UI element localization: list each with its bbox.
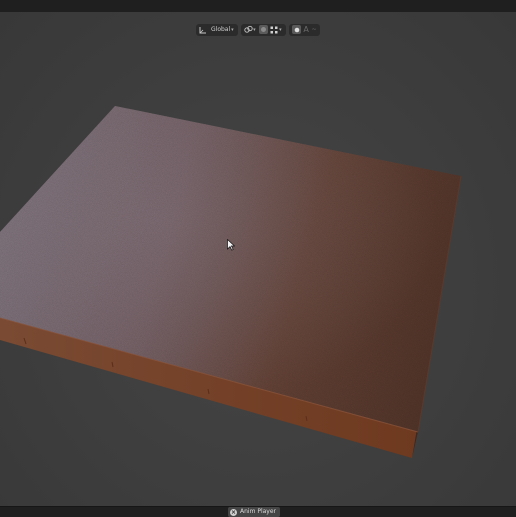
mouse-cursor-icon — [227, 239, 235, 251]
transform-orientation-icon — [198, 24, 208, 36]
proportional-editing-icon[interactable] — [259, 25, 269, 34]
chevron-down-icon: ▾ — [231, 26, 234, 33]
transform-orientation-label: Global — [211, 25, 231, 33]
chevron-down-icon: ▾ — [279, 26, 282, 33]
transform-orientation-dropdown[interactable]: Global ▾ — [196, 23, 239, 36]
shading-group[interactable]: A ~ — [289, 23, 321, 36]
status-bar: × Anim Player — [0, 506, 516, 517]
overlay-icon[interactable]: ~ — [310, 26, 318, 33]
chevron-down-icon: ▾ — [253, 26, 256, 33]
snap-icon — [243, 24, 253, 36]
transform-pivot-dropdown[interactable]: ▾ ▾ — [241, 23, 287, 36]
3d-viewport[interactable]: Global ▾ ▾ ▾ A ~ — [0, 12, 516, 506]
pivot-point-icon[interactable] — [269, 24, 279, 36]
text-icon[interactable]: A — [302, 25, 310, 34]
scene-render — [0, 106, 462, 458]
close-icon[interactable]: × — [230, 508, 237, 516]
shading-icon[interactable] — [292, 25, 302, 34]
viewport-header-tools: Global ▾ ▾ ▾ A ~ — [196, 23, 321, 36]
